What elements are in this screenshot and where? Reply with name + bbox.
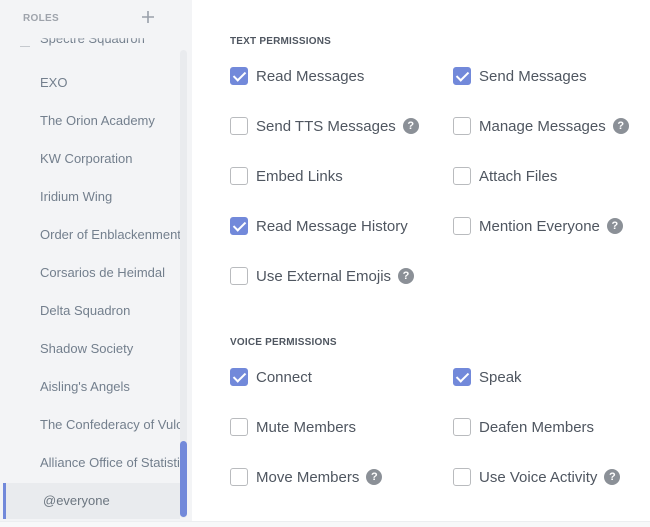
checkbox[interactable] bbox=[230, 418, 248, 436]
perm-label: Send Messages bbox=[479, 67, 587, 85]
help-icon[interactable]: ? bbox=[402, 118, 419, 134]
checkbox[interactable] bbox=[230, 67, 248, 85]
perm-label: Manage Messages bbox=[479, 117, 606, 135]
checkbox[interactable] bbox=[230, 217, 248, 235]
role-item-alliance-office-of-statistics[interactable]: Alliance Office of Statistics bbox=[40, 451, 180, 475]
checkbox[interactable] bbox=[453, 67, 471, 85]
perm-label: Move Members bbox=[256, 468, 360, 486]
perm-deafen-members[interactable]: Deafen Members bbox=[453, 416, 594, 438]
checkbox[interactable] bbox=[230, 167, 248, 185]
role-item-shadow-society[interactable]: Shadow Society bbox=[40, 337, 180, 361]
role-list: Spectre Squadron EXO The Orion Academy K… bbox=[0, 0, 192, 521]
list-divider bbox=[20, 46, 30, 47]
perm-send-messages[interactable]: Send Messages bbox=[453, 65, 587, 87]
role-item-corsarios-de-heimdal[interactable]: Corsarios de Heimdal bbox=[40, 261, 180, 285]
checkbox[interactable] bbox=[453, 368, 471, 386]
roles-sidebar: Spectre Squadron EXO The Orion Academy K… bbox=[0, 0, 192, 521]
perm-mute-members[interactable]: Mute Members bbox=[230, 416, 356, 438]
perm-label: Deafen Members bbox=[479, 418, 595, 436]
help-icon[interactable]: ? bbox=[606, 218, 623, 234]
perm-label: Read Messages bbox=[256, 67, 365, 85]
checkbox[interactable] bbox=[230, 368, 248, 386]
role-item-the-orion-academy[interactable]: The Orion Academy bbox=[40, 109, 180, 133]
scrollbar-thumb[interactable] bbox=[180, 441, 187, 517]
perm-label: Mute Members bbox=[256, 418, 357, 436]
checkbox[interactable] bbox=[453, 418, 471, 436]
perm-read-messages[interactable]: Read Messages bbox=[230, 65, 364, 87]
role-item-order-of-enblackenment[interactable]: Order of Enblackenment bbox=[40, 223, 180, 247]
perm-connect[interactable]: Connect bbox=[230, 366, 312, 388]
help-icon[interactable]: ? bbox=[612, 118, 629, 134]
role-item-delta-squadron[interactable]: Delta Squadron bbox=[40, 299, 180, 323]
checkbox[interactable] bbox=[230, 117, 248, 135]
perm-label: Speak bbox=[479, 368, 522, 386]
perm-use-voice-activity[interactable]: Use Voice Activity ? bbox=[453, 466, 621, 488]
perm-mention-everyone[interactable]: Mention Everyone ? bbox=[453, 215, 623, 237]
perm-label: Use External Emojis bbox=[256, 267, 392, 285]
checkbox[interactable] bbox=[453, 468, 471, 486]
role-item-everyone[interactable]: @everyone bbox=[3, 483, 180, 519]
role-item-exo[interactable]: EXO bbox=[40, 71, 180, 95]
perm-send-tts-messages[interactable]: Send TTS Messages ? bbox=[230, 115, 419, 137]
roles-header: ROLES bbox=[23, 13, 59, 24]
checkbox[interactable] bbox=[453, 167, 471, 185]
checkbox[interactable] bbox=[230, 468, 248, 486]
perm-manage-messages[interactable]: Manage Messages ? bbox=[453, 115, 629, 137]
help-icon[interactable]: ? bbox=[604, 469, 621, 485]
role-item-iridium-wing[interactable]: Iridium Wing bbox=[40, 185, 180, 209]
help-icon[interactable]: ? bbox=[398, 268, 415, 284]
perm-speak[interactable]: Speak bbox=[453, 366, 522, 388]
role-item-the-confederacy-of-vulcan[interactable]: The Confederacy of Vulcan bbox=[40, 413, 180, 437]
perm-label: Send TTS Messages bbox=[256, 117, 396, 135]
list-top-fade bbox=[0, 33, 192, 41]
perm-label: Use Voice Activity bbox=[479, 468, 598, 486]
checkbox[interactable] bbox=[453, 117, 471, 135]
perm-label: Read Message History bbox=[256, 217, 408, 235]
checkbox[interactable] bbox=[230, 267, 248, 285]
perm-label: Connect bbox=[256, 368, 312, 386]
plus-icon[interactable] bbox=[141, 9, 155, 25]
bottom-border bbox=[0, 521, 650, 527]
perm-label: Embed Links bbox=[256, 167, 343, 185]
text-permissions-title: TEXT PERMISSIONS bbox=[230, 36, 331, 47]
checkbox[interactable] bbox=[453, 217, 471, 235]
perm-use-external-emojis[interactable]: Use External Emojis ? bbox=[230, 265, 415, 287]
perm-label: Mention Everyone bbox=[479, 217, 600, 235]
role-item-aislings-angels[interactable]: Aisling's Angels bbox=[40, 375, 180, 399]
perm-attach-files[interactable]: Attach Files bbox=[453, 165, 557, 187]
role-item-kw-corporation[interactable]: KW Corporation bbox=[40, 147, 180, 171]
voice-permissions-title: VOICE PERMISSIONS bbox=[230, 337, 337, 348]
help-icon[interactable]: ? bbox=[366, 469, 383, 485]
perm-embed-links[interactable]: Embed Links bbox=[230, 165, 343, 187]
perm-read-message-history[interactable]: Read Message History bbox=[230, 215, 408, 237]
perm-label: Attach Files bbox=[479, 167, 558, 185]
perm-move-members[interactable]: Move Members ? bbox=[230, 466, 383, 488]
